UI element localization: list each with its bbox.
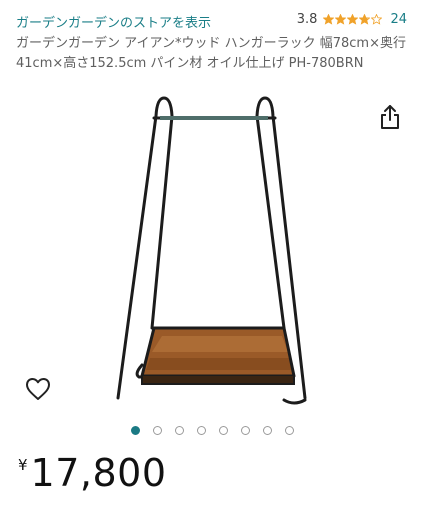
- carousel-dot[interactable]: [153, 426, 162, 435]
- share-icon[interactable]: [378, 104, 402, 130]
- carousel-dot[interactable]: [285, 426, 294, 435]
- rating-count[interactable]: 24: [390, 12, 407, 27]
- wood-shelf-grain-2: [146, 358, 292, 370]
- carousel-dot-active[interactable]: [131, 426, 140, 435]
- carousel-dots: [131, 426, 307, 435]
- shelf-front-edge: [141, 376, 295, 385]
- star-empty-icon: [371, 14, 383, 25]
- carousel-dot[interactable]: [197, 426, 206, 435]
- star-filled-icon: [323, 14, 335, 25]
- carousel-dot[interactable]: [219, 426, 228, 435]
- star-filled-icon: [335, 14, 347, 25]
- price-value: 17,800: [30, 451, 167, 495]
- star-filled-icon: [359, 14, 371, 25]
- star-filled-icon: [347, 14, 359, 25]
- carousel-dot[interactable]: [241, 426, 250, 435]
- carousel-dot[interactable]: [263, 426, 272, 435]
- carousel-dot[interactable]: [175, 426, 184, 435]
- product-image[interactable]: [112, 90, 312, 410]
- rating-summary[interactable]: 3.8 24: [297, 12, 407, 27]
- star-rating: [323, 14, 383, 25]
- store-link[interactable]: ガーデンガーデンのストアを表示: [16, 12, 211, 31]
- price: ¥ 17,800: [18, 447, 167, 499]
- wood-shelf-grain: [152, 336, 288, 352]
- rail-highlight: [160, 116, 268, 120]
- wishlist-heart-icon[interactable]: [25, 377, 51, 401]
- rating-value: 3.8: [296, 12, 318, 27]
- price-symbol: ¥: [18, 456, 28, 474]
- product-title: ガーデンガーデン アイアン*ウッド ハンガーラック 幅78cm×奥行41cm×高…: [16, 36, 406, 71]
